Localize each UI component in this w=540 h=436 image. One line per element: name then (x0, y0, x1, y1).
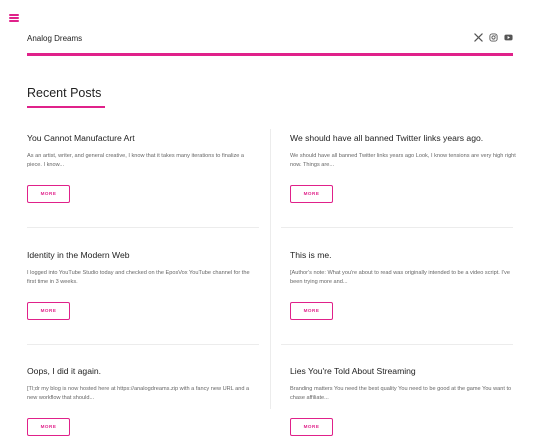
menu-bar (9, 20, 19, 22)
post-excerpt: We should have all banned Twitter links … (290, 153, 516, 169)
menu-bar (9, 17, 19, 19)
post-title[interactable]: Identity in the Modern Web (27, 250, 259, 260)
row-divider (281, 227, 513, 228)
more-button[interactable]: MORE (27, 185, 70, 203)
row-divider (27, 344, 259, 345)
more-button[interactable]: MORE (27, 302, 70, 320)
post-excerpt: [Tl;dr my blog is now hosted here at htt… (27, 386, 250, 402)
more-button[interactable]: MORE (290, 418, 333, 436)
column-divider (270, 129, 271, 409)
post-title[interactable]: Oops, I did it again. (27, 366, 259, 376)
row-divider (27, 227, 259, 228)
post-card: Lies You're Told About Streaming Brandin… (290, 366, 522, 436)
row-divider (281, 344, 513, 345)
post-card: Oops, I did it again. [Tl;dr my blog is … (27, 366, 259, 436)
site-header: Analog Dreams (27, 30, 513, 56)
post-card: This is me. [Author's note: What you're … (290, 250, 522, 320)
more-button[interactable]: MORE (290, 185, 333, 203)
post-title[interactable]: This is me. (290, 250, 522, 260)
menu-bar (9, 14, 19, 16)
post-title[interactable]: You Cannot Manufacture Art (27, 133, 259, 143)
post-excerpt: [Author's note: What you're about to rea… (290, 270, 510, 286)
social-links (474, 33, 513, 42)
post-title[interactable]: We should have all banned Twitter links … (290, 133, 522, 143)
post-card: You Cannot Manufacture Art As an artist,… (27, 133, 259, 203)
instagram-icon[interactable] (489, 33, 498, 42)
x-twitter-icon[interactable] (474, 33, 483, 42)
youtube-icon[interactable] (504, 33, 513, 42)
post-excerpt: Branding matters You need the best quali… (290, 386, 512, 402)
section-title: Recent Posts (27, 86, 102, 100)
more-button[interactable]: MORE (27, 418, 70, 436)
menu-toggle-icon[interactable] (9, 14, 19, 22)
post-title[interactable]: Lies You're Told About Streaming (290, 366, 522, 376)
post-card: Identity in the Modern Web I logged into… (27, 250, 259, 320)
post-excerpt: As an artist, writer, and general creati… (27, 153, 245, 169)
section-underline (27, 106, 105, 108)
site-title[interactable]: Analog Dreams (27, 34, 82, 43)
post-excerpt: I logged into YouTube Studio today and c… (27, 270, 250, 286)
more-button[interactable]: MORE (290, 302, 333, 320)
post-card: We should have all banned Twitter links … (290, 133, 522, 203)
